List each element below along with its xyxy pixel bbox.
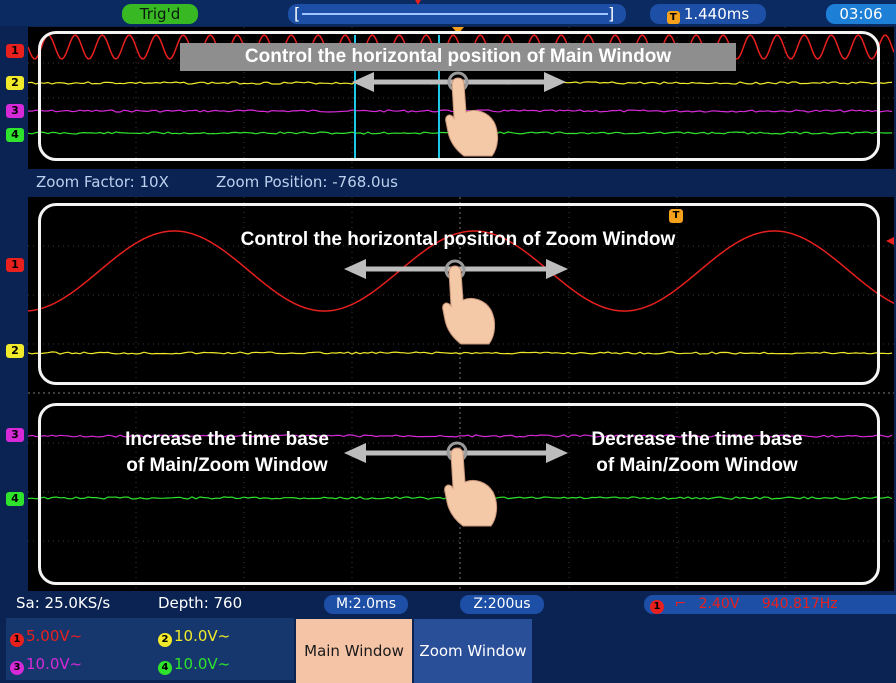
main-timebase-pill[interactable]: M:2.0ms xyxy=(324,595,408,614)
ch1-dot-icon: 1 xyxy=(10,633,24,647)
decrease-timebase-callout: Decrease the time base of Main/Zoom Wind… xyxy=(552,427,842,479)
decrease-timebase-line1: Decrease the time base xyxy=(591,429,803,450)
decrease-timebase-line2: of Main/Zoom Window xyxy=(596,455,798,476)
status-row: Sa: 25.0KS/s Depth: 760 M:2.0ms Z:200us … xyxy=(0,592,896,616)
top-status-bar: Trig'd [ ] T 1.440ms 03:06 xyxy=(0,0,896,26)
trigger-info-pill[interactable]: 1 ⌐ 2.40V 940.817Hz xyxy=(644,595,896,614)
ch4-marker-main[interactable]: 4 xyxy=(6,128,24,142)
zoom-factor-label: Zoom Factor: 10X xyxy=(36,173,169,191)
ch1-marker-zoom[interactable]: 1 xyxy=(6,258,24,272)
ch3-dot-icon: 3 xyxy=(10,661,24,675)
trigger-time-readout[interactable]: T 1.440ms xyxy=(650,4,766,24)
increase-timebase-line1: Increase the time base xyxy=(125,429,329,450)
zoom-window-display[interactable]: T Control the horizontal position of Zoo… xyxy=(28,197,894,591)
main-window-position-callout: Control the horizontal position of Main … xyxy=(180,43,736,71)
ch4-scale[interactable]: 4 10.0V~ xyxy=(158,654,230,675)
increase-timebase-callout: Increase the time base of Main/Zoom Wind… xyxy=(82,427,372,479)
trigger-status-badge: Trig'd xyxy=(122,4,198,24)
zoom-position-label: Zoom Position: -768.0us xyxy=(216,173,398,191)
trigger-level-marker-icon xyxy=(886,237,894,245)
increase-timebase-line2: of Main/Zoom Window xyxy=(126,455,328,476)
ch3-marker-main[interactable]: 3 xyxy=(6,104,24,118)
timebar-left-bracket: [ xyxy=(294,4,301,23)
trigger-level-value: 2.40V xyxy=(698,596,740,612)
timebar-right-bracket: ] xyxy=(608,4,615,23)
ch1-marker-main[interactable]: 1 xyxy=(6,44,24,58)
clock-readout: 03:06 xyxy=(826,4,896,24)
main-window-display[interactable]: Control the horizontal position of Main … xyxy=(28,27,894,169)
frequency-value: 940.817Hz xyxy=(761,596,838,612)
main-window-button[interactable]: Main Window xyxy=(296,619,412,683)
ch1-scale[interactable]: 1 5.00V~ xyxy=(10,626,82,647)
ch4-dot-icon: 4 xyxy=(158,661,172,675)
memory-position-bar[interactable]: [ ] xyxy=(288,0,626,24)
memory-depth-readout: Depth: 760 xyxy=(158,594,243,612)
zoom-window-position-callout: Control the horizontal position of Zoom … xyxy=(240,229,676,250)
trigger-badge-icon: T xyxy=(666,11,680,24)
channel-settings-panel: 1 5.00V~ 2 10.0V~ 3 10.0V~ 4 10.0V~ xyxy=(6,618,294,680)
trigger-time-value: 1.440ms xyxy=(683,5,750,23)
ch3-scale[interactable]: 3 10.0V~ xyxy=(10,654,82,675)
ch2-marker-zoom[interactable]: 2 xyxy=(6,344,24,358)
rising-edge-icon: ⌐ xyxy=(674,596,687,612)
zoom-info-row: Zoom Factor: 10X Zoom Position: -768.0us xyxy=(0,169,896,197)
ch2-marker-main[interactable]: 2 xyxy=(6,76,24,90)
ch2-dot-icon: 2 xyxy=(158,633,172,647)
bottom-panel: Sa: 25.0KS/s Depth: 760 M:2.0ms Z:200us … xyxy=(0,592,896,683)
memory-position-track xyxy=(302,13,608,15)
trigger-point-marker-icon xyxy=(414,0,422,5)
ch2-scale[interactable]: 2 10.0V~ xyxy=(158,626,230,647)
zoom-window-button[interactable]: Zoom Window xyxy=(414,619,532,683)
sample-rate-readout: Sa: 25.0KS/s xyxy=(16,594,111,612)
ch4-marker-zoom[interactable]: 4 xyxy=(6,492,24,506)
trigger-channel-icon: 1 xyxy=(650,600,664,614)
ch3-marker-zoom[interactable]: 3 xyxy=(6,428,24,442)
zoom-timebase-pill[interactable]: Z:200us xyxy=(460,595,544,614)
